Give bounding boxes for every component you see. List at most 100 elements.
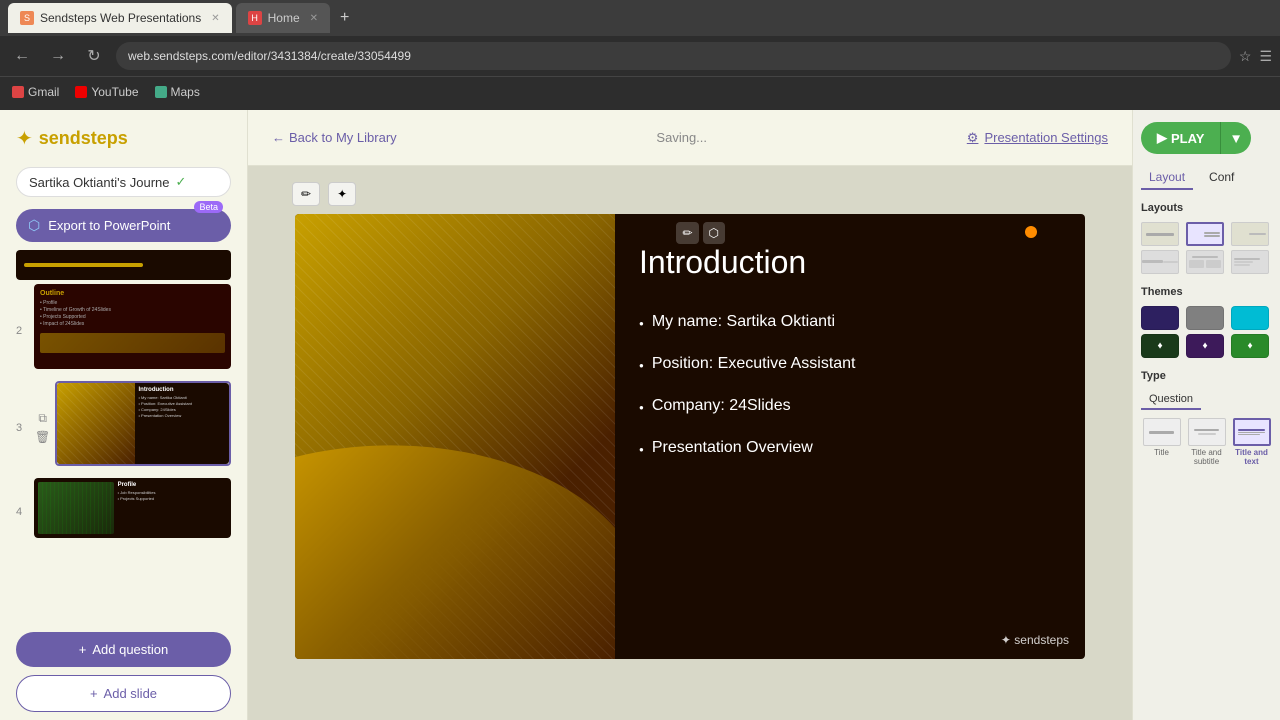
- address-bar[interactable]: [116, 42, 1231, 70]
- slide-bullet-text-1: My name: Sartika Oktianti: [652, 313, 835, 331]
- play-button[interactable]: ▶ PLAY: [1141, 122, 1220, 154]
- slide-sendsteps-logo: ✦ sendsteps: [1001, 633, 1069, 647]
- play-dropdown-button[interactable]: ▼: [1220, 122, 1250, 154]
- layout-thumb-2[interactable]: [1186, 222, 1224, 246]
- type-tabs: Question: [1141, 390, 1272, 410]
- check-icon: ✓: [176, 174, 187, 190]
- slide-right-panel: Introduction ● My name: Sartika Oktianti…: [615, 214, 1085, 659]
- slide-left-panel: [295, 214, 615, 659]
- add-slide-plus-icon: +: [90, 686, 98, 701]
- type-section-title: Type: [1141, 370, 1272, 382]
- add-question-plus-icon: +: [79, 642, 87, 657]
- back-to-library-link[interactable]: ← Back to My Library: [272, 130, 397, 145]
- extensions-icon: ☰: [1259, 48, 1272, 65]
- canvas-area: ✏ ✦ Introduction ● My name: Sartika Okti…: [248, 166, 1132, 720]
- slide-logo-icon: ✦: [1001, 633, 1014, 647]
- theme-bright-green[interactable]: ♦: [1231, 334, 1269, 358]
- slide-top-controls: ✏ ✦: [292, 182, 356, 206]
- slide-row-2: 2 Outline • Profile • Timeline of Growth…: [16, 284, 231, 377]
- active-tab-title: Sendsteps Web Presentations: [40, 11, 201, 25]
- bookmark-star-icon[interactable]: ☆: [1239, 48, 1252, 65]
- slide-type-title-subtitle[interactable]: Title and subtitle: [1186, 418, 1227, 466]
- theme-teal[interactable]: [1231, 306, 1269, 330]
- presentation-settings-button[interactable]: ⚙ Presentation Settings: [967, 130, 1108, 146]
- slide-type-title-text[interactable]: Title and text: [1231, 418, 1272, 466]
- theme-dark-purple2[interactable]: ♦: [1186, 334, 1224, 358]
- sidebar-buttons: + Add question + Add slide: [0, 624, 247, 720]
- export-btn-label: Export to PowerPoint: [48, 218, 170, 233]
- bookmark-gmail[interactable]: Gmail: [12, 85, 59, 99]
- slide-item[interactable]: [16, 250, 231, 280]
- edit-icon-pencil[interactable]: ✏: [292, 182, 320, 206]
- export-icon: ⬡: [28, 217, 40, 234]
- add-question-label: Add question: [92, 642, 168, 657]
- slide-item-2[interactable]: Outline • Profile • Timeline of Growth o…: [34, 284, 231, 369]
- theme-gray[interactable]: [1186, 306, 1224, 330]
- play-button-group: ▶ PLAY ▼: [1141, 122, 1272, 154]
- slide-type-title[interactable]: Title: [1141, 418, 1182, 466]
- layout-thumb-4[interactable]: [1141, 250, 1179, 274]
- bookmark-youtube[interactable]: YouTube: [75, 85, 138, 99]
- theme-dark-green[interactable]: ♦: [1141, 334, 1179, 358]
- slide-type-thumb-title-text[interactable]: [1233, 418, 1271, 446]
- logo-icon: ✦: [16, 126, 33, 151]
- slide-row-3: 3 ⧉ 🗑 Introduction • My name: Sartika Ok…: [16, 381, 231, 474]
- bookmark-maps[interactable]: Maps: [155, 85, 200, 99]
- slide-expand-button[interactable]: ⬡: [703, 222, 725, 244]
- theme-dark-purple[interactable]: [1141, 306, 1179, 330]
- slide-number-4: 4: [16, 506, 30, 518]
- active-tab[interactable]: S Sendsteps Web Presentations ✕: [8, 3, 232, 33]
- bookmarks-bar: Gmail YouTube Maps: [0, 76, 1280, 106]
- gmail-label: Gmail: [28, 85, 59, 99]
- slide-bullet-2: ● Position: Executive Assistant: [639, 355, 1061, 373]
- presentation-title-button[interactable]: Sartika Oktianti's Journe ✓: [16, 167, 231, 197]
- slide-number-3: 3: [16, 422, 30, 434]
- add-question-button[interactable]: + Add question: [16, 632, 231, 667]
- slide-type-grid: Title Title and subtitle Title and te: [1141, 418, 1272, 466]
- new-tab-button[interactable]: +: [334, 9, 355, 27]
- browser-controls: ← → ↻ ☆ ☰: [0, 36, 1280, 76]
- layout-thumb-3[interactable]: [1231, 222, 1269, 246]
- youtube-favicon: [75, 86, 87, 98]
- back-nav-button[interactable]: ←: [8, 42, 36, 70]
- tab-close-active[interactable]: ✕: [211, 13, 219, 24]
- right-panel: ▶ PLAY ▼ Layout Conf Layouts: [1132, 110, 1280, 720]
- add-slide-label: Add slide: [104, 686, 157, 701]
- slide-list: 2 Outline • Profile • Timeline of Growth…: [0, 250, 247, 624]
- forward-nav-button[interactable]: →: [44, 42, 72, 70]
- inactive-tab[interactable]: H Home ✕: [236, 3, 330, 33]
- tab-favicon-sendsteps: S: [20, 11, 34, 25]
- slide-type-thumb-title-subtitle[interactable]: [1188, 418, 1226, 446]
- layout-thumb-1[interactable]: [1141, 222, 1179, 246]
- settings-label: Presentation Settings: [984, 130, 1108, 145]
- right-panel-tabs: Layout Conf: [1141, 166, 1272, 190]
- export-to-powerpoint-button[interactable]: ⬡ Export to PowerPoint Beta: [16, 209, 231, 242]
- slide-action-delete-3[interactable]: 🗑: [34, 429, 51, 445]
- slide-logo-text: sendsteps: [1014, 633, 1069, 647]
- tab-favicon-home: H: [248, 11, 262, 25]
- sidebar: ✦ sendsteps Sartika Oktianti's Journe ✓ …: [0, 110, 248, 720]
- slide-pencil-button[interactable]: ✏: [676, 222, 698, 244]
- reload-button[interactable]: ↻: [80, 42, 108, 70]
- slide-item-4[interactable]: Profile • Job Responsibilities • Project…: [34, 478, 231, 538]
- slide-actions-3: ⧉ 🗑: [34, 410, 51, 445]
- layout-thumb-5[interactable]: [1186, 250, 1224, 274]
- tab-layout[interactable]: Layout: [1141, 166, 1193, 190]
- slide-row-4: 4 Profile • Job Responsibilities • Proje…: [16, 478, 231, 546]
- edit-icon-expand[interactable]: ✦: [328, 182, 356, 206]
- add-slide-button[interactable]: + Add slide: [16, 675, 231, 712]
- slide-action-copy-3[interactable]: ⧉: [34, 410, 51, 427]
- sidebar-header: ✦ sendsteps: [0, 110, 247, 159]
- back-link-label: Back to My Library: [289, 130, 397, 145]
- inactive-tab-title: Home: [268, 11, 300, 25]
- layout-thumb-6[interactable]: [1231, 250, 1269, 274]
- play-triangle-icon: ▶: [1157, 130, 1167, 146]
- tab-close-inactive[interactable]: ✕: [310, 13, 318, 24]
- orange-dot-decoration: [1025, 226, 1037, 238]
- slide-type-thumb-title[interactable]: [1143, 418, 1181, 446]
- play-label: PLAY: [1171, 131, 1204, 146]
- slide-item-3[interactable]: Introduction • My name: Sartika Oktianti…: [55, 381, 231, 466]
- type-tab-question[interactable]: Question: [1141, 390, 1201, 410]
- bullet-dot-2: ●: [639, 361, 644, 370]
- tab-conf[interactable]: Conf: [1201, 166, 1242, 190]
